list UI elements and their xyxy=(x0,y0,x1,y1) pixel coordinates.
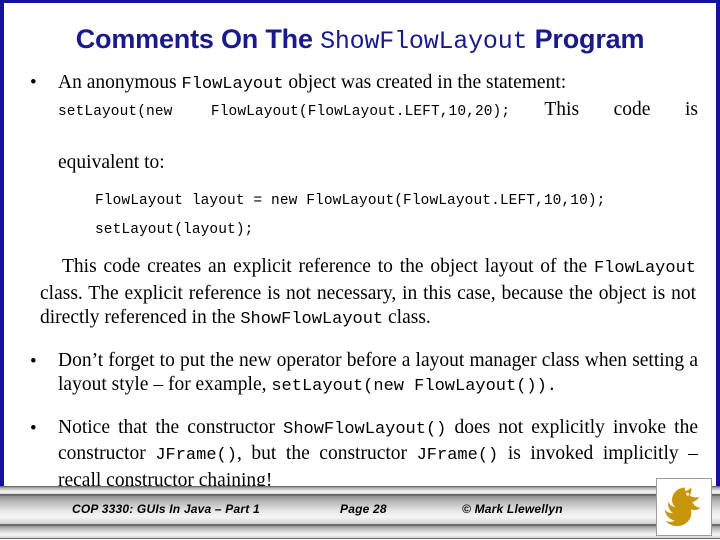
paragraph-segment-1: This code creates an explicit reference … xyxy=(62,256,594,277)
slide-title: Comments On The ShowFlowLayout Program xyxy=(0,24,720,56)
slide-body: • An anonymous FlowLayout object was cre… xyxy=(0,70,720,493)
slide-top-border xyxy=(0,0,720,3)
bullet-marker-icon: • xyxy=(30,72,37,93)
slide-title-post: Program xyxy=(527,24,645,54)
ucf-pegasus-logo xyxy=(656,478,712,536)
paragraph-classname-1: FlowLayout xyxy=(593,259,696,278)
bullet-1-text-pre: An anonymous xyxy=(58,72,182,93)
bullet-1-inline-code: setLayout(new FlowLayout(FlowLayout.LEFT… xyxy=(58,104,511,120)
bullet-2-text: Don’t forget to put the new operator bef… xyxy=(58,349,698,400)
presentation-slide: Comments On The ShowFlowLayout Program •… xyxy=(0,0,720,540)
footer-bar-bottom xyxy=(0,525,720,539)
footer-copyright: © Mark Llewellyn xyxy=(462,502,563,516)
bullet-3-constructor-3: JFrame() xyxy=(416,446,499,465)
code-line-2: setLayout(layout); xyxy=(95,222,254,238)
slide-title-pre: Comments On The xyxy=(75,24,321,54)
footer-text-row: COP 3330: GUIs In Java – Part 1 Page 28 … xyxy=(0,495,720,523)
slide-footer: COP 3330: GUIs In Java – Part 1 Page 28 … xyxy=(0,478,720,540)
bullet-1-text-post: object was created in the statement: xyxy=(283,72,567,93)
bullet-1-statement-line: setLayout(new FlowLayout(FlowLayout.LEFT… xyxy=(58,97,698,151)
paragraph-classname-2: ShowFlowLayout xyxy=(240,310,384,329)
bullet-1-classname: FlowLayout xyxy=(181,75,284,94)
bullet-2-inline-code: setLayout(new FlowLayout()). xyxy=(271,377,558,396)
pegasus-icon xyxy=(664,487,701,527)
paragraph-segment-3: class. xyxy=(383,307,431,328)
bullet-1-line-3: equivalent to: xyxy=(58,152,165,173)
bullet-item-1: • An anonymous FlowLayout object was cre… xyxy=(0,70,720,175)
footer-bar-top xyxy=(0,486,720,495)
bullet-3-segment-3: , but the constructor xyxy=(236,443,417,464)
bullet-1-statement-tail: This code is xyxy=(510,99,699,120)
bullet-3-segment-1: Notice that the constructor xyxy=(58,416,284,438)
bullet-3-constructor-1: ShowFlowLayout() xyxy=(283,419,447,439)
code-block: FlowLayout layout = new FlowLayout(FlowL… xyxy=(0,187,720,245)
bullet-1-line-1: An anonymous FlowLayout object was creat… xyxy=(58,70,698,97)
bullet-item-2: • Don’t forget to put the new operator b… xyxy=(0,349,720,400)
bullet-3-constructor-2: JFrame() xyxy=(155,446,237,465)
bullet-3-text: Notice that the constructor ShowFlowLayo… xyxy=(58,416,698,494)
bullet-item-3: • Notice that the constructor ShowFlowLa… xyxy=(0,416,720,494)
explanation-paragraph: This code creates an explicit reference … xyxy=(0,255,720,333)
code-line-1: FlowLayout layout = new FlowLayout(FlowL… xyxy=(95,193,606,209)
footer-page-number: Page 28 xyxy=(340,502,387,516)
slide-title-classname: ShowFlowLayout xyxy=(320,27,528,56)
bullet-marker-icon: • xyxy=(30,350,37,372)
bullet-marker-icon: • xyxy=(30,417,37,439)
footer-course-label: COP 3330: GUIs In Java – Part 1 xyxy=(72,502,260,516)
